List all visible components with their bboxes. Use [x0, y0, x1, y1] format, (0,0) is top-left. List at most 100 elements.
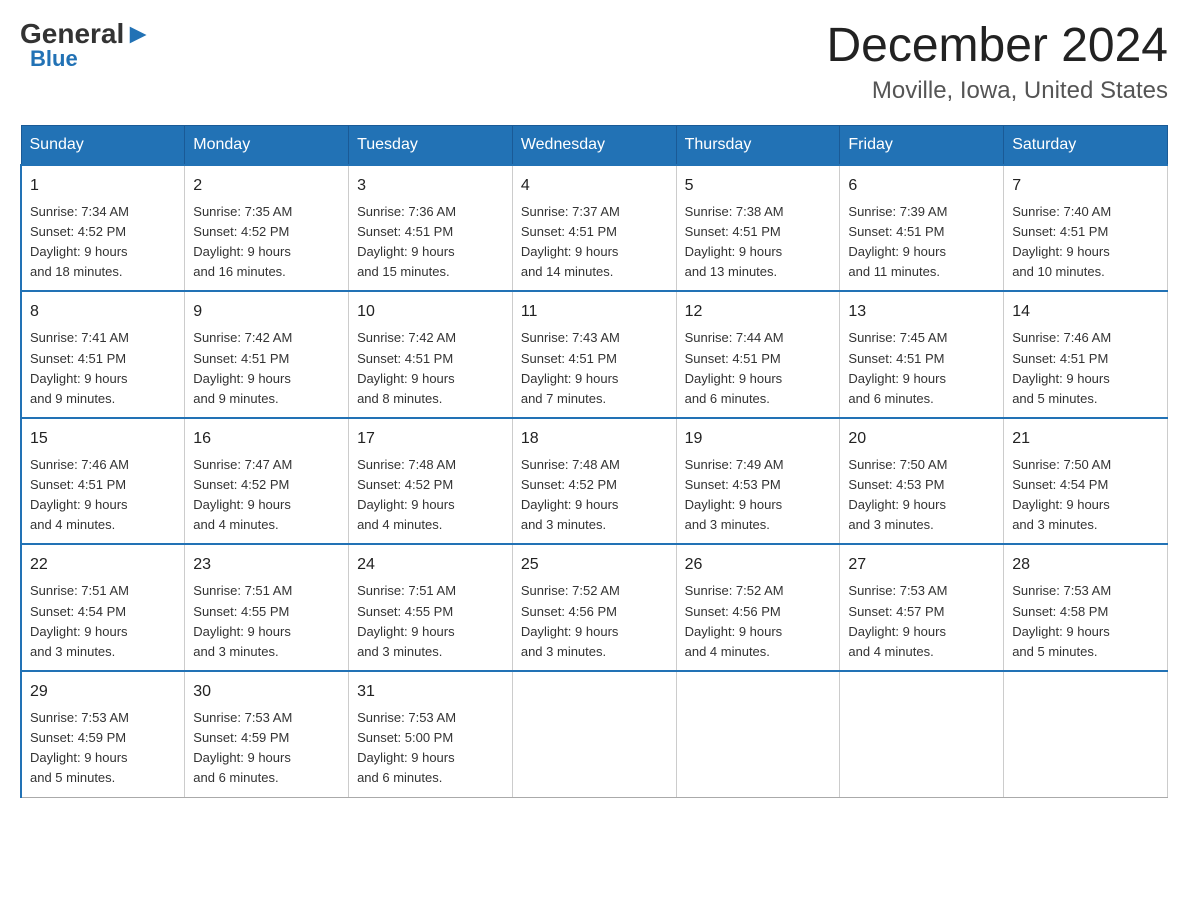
day-info: Sunrise: 7:53 AM Sunset: 4:57 PM Dayligh…: [848, 581, 995, 662]
calendar-table: Sunday Monday Tuesday Wednesday Thursday…: [20, 125, 1168, 798]
day-info: Sunrise: 7:53 AM Sunset: 5:00 PM Dayligh…: [357, 708, 504, 789]
day-number: 16: [193, 427, 340, 451]
logo-general-text: General►: [20, 20, 152, 48]
day-info: Sunrise: 7:50 AM Sunset: 4:54 PM Dayligh…: [1012, 455, 1159, 536]
week-row-1: 1 Sunrise: 7:34 AM Sunset: 4:52 PM Dayli…: [21, 165, 1168, 292]
day-number: 14: [1012, 300, 1159, 324]
table-row: 14 Sunrise: 7:46 AM Sunset: 4:51 PM Dayl…: [1004, 291, 1168, 418]
day-number: 28: [1012, 553, 1159, 577]
day-info: Sunrise: 7:37 AM Sunset: 4:51 PM Dayligh…: [521, 202, 668, 283]
day-info: Sunrise: 7:47 AM Sunset: 4:52 PM Dayligh…: [193, 455, 340, 536]
day-info: Sunrise: 7:51 AM Sunset: 4:55 PM Dayligh…: [357, 581, 504, 662]
table-row: 26 Sunrise: 7:52 AM Sunset: 4:56 PM Dayl…: [676, 544, 840, 671]
table-row: 9 Sunrise: 7:42 AM Sunset: 4:51 PM Dayli…: [185, 291, 349, 418]
table-row: [676, 671, 840, 797]
day-info: Sunrise: 7:45 AM Sunset: 4:51 PM Dayligh…: [848, 328, 995, 409]
week-row-3: 15 Sunrise: 7:46 AM Sunset: 4:51 PM Dayl…: [21, 418, 1168, 545]
day-number: 11: [521, 300, 668, 324]
table-row: 25 Sunrise: 7:52 AM Sunset: 4:56 PM Dayl…: [512, 544, 676, 671]
day-info: Sunrise: 7:48 AM Sunset: 4:52 PM Dayligh…: [521, 455, 668, 536]
day-number: 24: [357, 553, 504, 577]
day-info: Sunrise: 7:46 AM Sunset: 4:51 PM Dayligh…: [30, 455, 176, 536]
day-number: 10: [357, 300, 504, 324]
day-number: 26: [685, 553, 832, 577]
table-row: 29 Sunrise: 7:53 AM Sunset: 4:59 PM Dayl…: [21, 671, 185, 797]
title-block: December 2024 Moville, Iowa, United Stat…: [826, 20, 1168, 105]
day-number: 22: [30, 553, 176, 577]
day-info: Sunrise: 7:49 AM Sunset: 4:53 PM Dayligh…: [685, 455, 832, 536]
day-number: 19: [685, 427, 832, 451]
header-sunday: Sunday: [21, 125, 185, 165]
day-info: Sunrise: 7:53 AM Sunset: 4:59 PM Dayligh…: [30, 708, 176, 789]
table-row: 28 Sunrise: 7:53 AM Sunset: 4:58 PM Dayl…: [1004, 544, 1168, 671]
table-row: [840, 671, 1004, 797]
day-info: Sunrise: 7:50 AM Sunset: 4:53 PM Dayligh…: [848, 455, 995, 536]
table-row: 18 Sunrise: 7:48 AM Sunset: 4:52 PM Dayl…: [512, 418, 676, 545]
day-number: 20: [848, 427, 995, 451]
table-row: 16 Sunrise: 7:47 AM Sunset: 4:52 PM Dayl…: [185, 418, 349, 545]
day-info: Sunrise: 7:42 AM Sunset: 4:51 PM Dayligh…: [193, 328, 340, 409]
day-info: Sunrise: 7:36 AM Sunset: 4:51 PM Dayligh…: [357, 202, 504, 283]
day-number: 3: [357, 174, 504, 198]
day-info: Sunrise: 7:52 AM Sunset: 4:56 PM Dayligh…: [685, 581, 832, 662]
day-number: 9: [193, 300, 340, 324]
week-row-4: 22 Sunrise: 7:51 AM Sunset: 4:54 PM Dayl…: [21, 544, 1168, 671]
table-row: [512, 671, 676, 797]
table-row: 23 Sunrise: 7:51 AM Sunset: 4:55 PM Dayl…: [185, 544, 349, 671]
day-info: Sunrise: 7:53 AM Sunset: 4:58 PM Dayligh…: [1012, 581, 1159, 662]
day-number: 23: [193, 553, 340, 577]
day-info: Sunrise: 7:38 AM Sunset: 4:51 PM Dayligh…: [685, 202, 832, 283]
day-number: 7: [1012, 174, 1159, 198]
day-number: 13: [848, 300, 995, 324]
day-info: Sunrise: 7:40 AM Sunset: 4:51 PM Dayligh…: [1012, 202, 1159, 283]
page-header: General► Blue December 2024 Moville, Iow…: [20, 20, 1168, 105]
day-number: 29: [30, 680, 176, 704]
header-tuesday: Tuesday: [349, 125, 513, 165]
day-number: 2: [193, 174, 340, 198]
header-friday: Friday: [840, 125, 1004, 165]
table-row: 10 Sunrise: 7:42 AM Sunset: 4:51 PM Dayl…: [349, 291, 513, 418]
day-info: Sunrise: 7:48 AM Sunset: 4:52 PM Dayligh…: [357, 455, 504, 536]
table-row: 22 Sunrise: 7:51 AM Sunset: 4:54 PM Dayl…: [21, 544, 185, 671]
day-info: Sunrise: 7:34 AM Sunset: 4:52 PM Dayligh…: [30, 202, 176, 283]
day-info: Sunrise: 7:35 AM Sunset: 4:52 PM Dayligh…: [193, 202, 340, 283]
logo-blue-text: Blue: [30, 46, 78, 72]
calendar-title: December 2024: [826, 20, 1168, 73]
day-number: 30: [193, 680, 340, 704]
day-number: 17: [357, 427, 504, 451]
table-row: 2 Sunrise: 7:35 AM Sunset: 4:52 PM Dayli…: [185, 165, 349, 292]
table-row: 13 Sunrise: 7:45 AM Sunset: 4:51 PM Dayl…: [840, 291, 1004, 418]
header-wednesday: Wednesday: [512, 125, 676, 165]
table-row: 31 Sunrise: 7:53 AM Sunset: 5:00 PM Dayl…: [349, 671, 513, 797]
table-row: 15 Sunrise: 7:46 AM Sunset: 4:51 PM Dayl…: [21, 418, 185, 545]
day-number: 25: [521, 553, 668, 577]
day-info: Sunrise: 7:41 AM Sunset: 4:51 PM Dayligh…: [30, 328, 176, 409]
day-info: Sunrise: 7:51 AM Sunset: 4:54 PM Dayligh…: [30, 581, 176, 662]
day-info: Sunrise: 7:51 AM Sunset: 4:55 PM Dayligh…: [193, 581, 340, 662]
table-row: 19 Sunrise: 7:49 AM Sunset: 4:53 PM Dayl…: [676, 418, 840, 545]
day-info: Sunrise: 7:46 AM Sunset: 4:51 PM Dayligh…: [1012, 328, 1159, 409]
table-row: 21 Sunrise: 7:50 AM Sunset: 4:54 PM Dayl…: [1004, 418, 1168, 545]
day-number: 4: [521, 174, 668, 198]
table-row: 27 Sunrise: 7:53 AM Sunset: 4:57 PM Dayl…: [840, 544, 1004, 671]
weekday-header-row: Sunday Monday Tuesday Wednesday Thursday…: [21, 125, 1168, 165]
table-row: 5 Sunrise: 7:38 AM Sunset: 4:51 PM Dayli…: [676, 165, 840, 292]
day-number: 18: [521, 427, 668, 451]
day-number: 5: [685, 174, 832, 198]
day-number: 1: [30, 174, 176, 198]
day-info: Sunrise: 7:39 AM Sunset: 4:51 PM Dayligh…: [848, 202, 995, 283]
table-row: 24 Sunrise: 7:51 AM Sunset: 4:55 PM Dayl…: [349, 544, 513, 671]
day-number: 15: [30, 427, 176, 451]
table-row: 30 Sunrise: 7:53 AM Sunset: 4:59 PM Dayl…: [185, 671, 349, 797]
week-row-5: 29 Sunrise: 7:53 AM Sunset: 4:59 PM Dayl…: [21, 671, 1168, 797]
header-thursday: Thursday: [676, 125, 840, 165]
day-number: 27: [848, 553, 995, 577]
table-row: 3 Sunrise: 7:36 AM Sunset: 4:51 PM Dayli…: [349, 165, 513, 292]
day-info: Sunrise: 7:42 AM Sunset: 4:51 PM Dayligh…: [357, 328, 504, 409]
table-row: 12 Sunrise: 7:44 AM Sunset: 4:51 PM Dayl…: [676, 291, 840, 418]
week-row-2: 8 Sunrise: 7:41 AM Sunset: 4:51 PM Dayli…: [21, 291, 1168, 418]
day-number: 6: [848, 174, 995, 198]
header-monday: Monday: [185, 125, 349, 165]
table-row: 4 Sunrise: 7:37 AM Sunset: 4:51 PM Dayli…: [512, 165, 676, 292]
calendar-subtitle: Moville, Iowa, United States: [826, 77, 1168, 105]
